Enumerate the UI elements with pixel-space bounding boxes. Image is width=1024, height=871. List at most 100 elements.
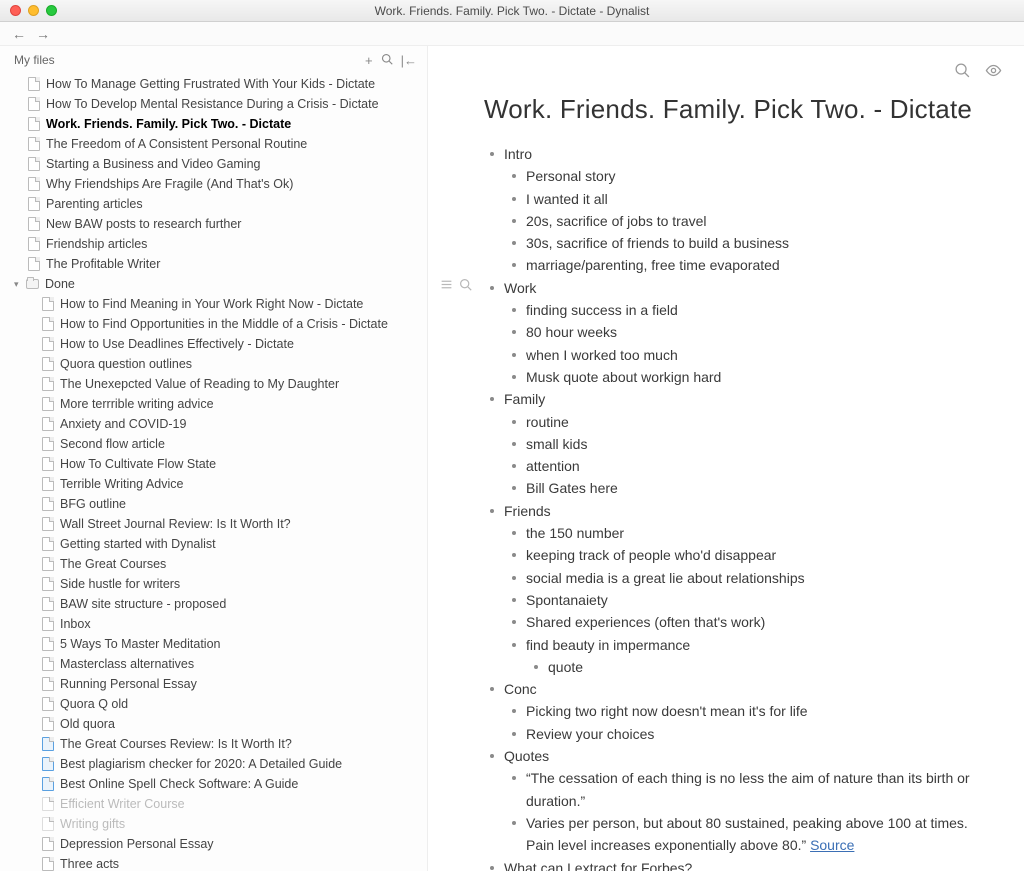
outline-node[interactable]: Intro Personal story I wanted it all 20s, s… [484,143,984,277]
outline-text[interactable]: find beauty in impermance [526,637,690,653]
sidebar-file[interactable]: Friendship articles [0,234,427,254]
outline-text[interactable]: What can I extract for Forbes? [504,860,692,871]
outline-root[interactable]: Intro Personal story I wanted it all 20s, s… [484,143,984,871]
outline-node[interactable]: Work finding success in a field 80 hour we… [484,277,984,388]
outline-text[interactable]: Varies per person, but about 80 sustaine… [526,815,968,853]
sidebar-file[interactable]: Second flow article [0,434,427,454]
sidebar-file[interactable]: BAW site structure - proposed [0,594,427,614]
document-title[interactable]: Work. Friends. Family. Pick Two. - Dicta… [484,94,984,125]
outline-text[interactable]: Friends [504,503,551,519]
outline-node[interactable]: Spontanaiety [506,589,984,611]
sidebar-file[interactable]: How To Develop Mental Resistance During … [0,94,427,114]
sidebar-file[interactable]: Best plagiarism checker for 2020: A Deta… [0,754,427,774]
outline-text[interactable]: Family [504,391,545,407]
sidebar-file[interactable]: Old quora [0,714,427,734]
outline-node[interactable]: 30s, sacrifice of friends to build a bus… [506,232,984,254]
sidebar-file[interactable]: New BAW posts to research further [0,214,427,234]
zoom-icon[interactable] [459,278,472,296]
back-button[interactable]: ← [12,26,26,42]
sort-files-button[interactable]: |← [401,53,417,68]
outline-node[interactable]: Family routine small kids attention Bill Gat… [484,388,984,499]
outline-text[interactable]: routine [526,414,569,430]
outline-text[interactable]: Bill Gates here [526,480,618,496]
outline-text[interactable]: “The cessation of each thing is no less … [526,770,970,808]
sidebar-file[interactable]: How to Find Meaning in Your Work Right N… [0,294,427,314]
sidebar-file[interactable]: Best Online Spell Check Software: A Guid… [0,774,427,794]
outline-node[interactable]: Varies per person, but about 80 sustaine… [506,812,984,857]
outline-text[interactable]: quote [548,659,583,675]
outline-text[interactable]: Work [504,280,536,296]
outline-node[interactable]: finding success in a field [506,299,984,321]
outline-text[interactable]: 20s, sacrifice of jobs to travel [526,213,707,229]
outline-node[interactable]: keeping track of people who'd disappear [506,544,984,566]
sidebar-file[interactable]: The Great Courses Review: Is It Worth It… [0,734,427,754]
sidebar-file[interactable]: Running Personal Essay [0,674,427,694]
add-file-button[interactable]: + [365,53,373,68]
forward-button[interactable]: → [36,26,50,42]
sidebar-file[interactable]: 5 Ways To Master Meditation [0,634,427,654]
minimize-window-button[interactable] [28,5,39,16]
sidebar-file[interactable]: How To Manage Getting Frustrated With Yo… [0,74,427,94]
sidebar-file[interactable]: Work. Friends. Family. Pick Two. - Dicta… [0,114,427,134]
outline-node[interactable]: Musk quote about workign hard [506,366,984,388]
sidebar-file[interactable]: How to Use Deadlines Effectively - Dicta… [0,334,427,354]
sidebar-file[interactable]: The Unexepcted Value of Reading to My Da… [0,374,427,394]
outline-node[interactable]: Friendsthe 150 numberkeeping track of pe… [484,500,984,678]
outline-node[interactable]: small kids [506,433,984,455]
sidebar-file[interactable]: Side hustle for writers [0,574,427,594]
outline-text[interactable]: 80 hour weeks [526,324,617,340]
menu-icon[interactable] [440,278,453,296]
outline-node[interactable]: Conc Picking two right now doesn't mean i… [484,678,984,745]
outline-text[interactable]: Shared experiences (often that's work) [526,614,765,630]
outline-text[interactable]: keeping track of people who'd disappear [526,547,776,563]
sidebar-file[interactable]: Wall Street Journal Review: Is It Worth … [0,514,427,534]
outline-text[interactable]: attention [526,458,580,474]
sidebar-file[interactable]: The Great Courses [0,554,427,574]
outline-text[interactable]: Musk quote about workign hard [526,369,721,385]
sidebar-file[interactable]: More terrrible writing advice [0,394,427,414]
outline-text[interactable]: I wanted it all [526,191,608,207]
outline-node[interactable]: Shared experiences (often that's work) [506,611,984,633]
outline-node[interactable]: Bill Gates here [506,477,984,499]
visibility-toggle-button[interactable] [985,62,1002,84]
outline-node[interactable]: Picking two right now doesn't mean it's … [506,700,984,722]
sidebar-file[interactable]: Efficient Writer Course [0,794,427,814]
outline-text[interactable]: marriage/parenting, free time evaporated [526,257,780,273]
sidebar-file[interactable]: Three acts [0,854,427,871]
outline-node[interactable]: find beauty in impermance quote [506,634,984,679]
outline-node[interactable]: Review your choices [506,723,984,745]
sidebar-file[interactable]: Getting started with Dynalist [0,534,427,554]
sidebar-folder-done[interactable]: ▾Done [0,274,427,294]
sidebar-file[interactable]: Anxiety and COVID-19 [0,414,427,434]
outline-text[interactable]: Review your choices [526,726,654,742]
outline-node[interactable]: Quotes “The cessation of each thing is no… [484,745,984,856]
outline-node[interactable]: What can I extract for Forbes?dictate th… [484,857,984,871]
search-document-button[interactable] [954,62,971,84]
sidebar-file[interactable]: The Profitable Writer [0,254,427,274]
sidebar-file[interactable]: Masterclass alternatives [0,654,427,674]
outline-text[interactable]: Intro [504,146,532,162]
sidebar-file[interactable]: BFG outline [0,494,427,514]
sidebar-file[interactable]: How To Cultivate Flow State [0,454,427,474]
sidebar-file[interactable]: Quora question outlines [0,354,427,374]
outline-text[interactable]: small kids [526,436,587,452]
outline-node[interactable]: Personal story [506,165,984,187]
outline-text[interactable]: Quotes [504,748,549,764]
sidebar-file[interactable]: Terrible Writing Advice [0,474,427,494]
outline-node[interactable]: routine [506,411,984,433]
outline-node[interactable]: marriage/parenting, free time evaporated [506,254,984,276]
sidebar-file[interactable]: Quora Q old [0,694,427,714]
close-window-button[interactable] [10,5,21,16]
sidebar-file[interactable]: Inbox [0,614,427,634]
sidebar-file[interactable]: Writing gifts [0,814,427,834]
outline-node[interactable]: 80 hour weeks [506,321,984,343]
outline-text[interactable]: when I worked too much [526,347,678,363]
outline-node[interactable]: “The cessation of each thing is no less … [506,767,984,812]
outline-node[interactable]: I wanted it all [506,188,984,210]
sidebar-file[interactable]: Parenting articles [0,194,427,214]
outline-text[interactable]: Conc [504,681,537,697]
sidebar-file[interactable]: Why Friendships Are Fragile (And That's … [0,174,427,194]
source-link[interactable]: Source [810,837,854,853]
sidebar-file[interactable]: The Freedom of A Consistent Personal Rou… [0,134,427,154]
outline-text[interactable]: Personal story [526,168,615,184]
